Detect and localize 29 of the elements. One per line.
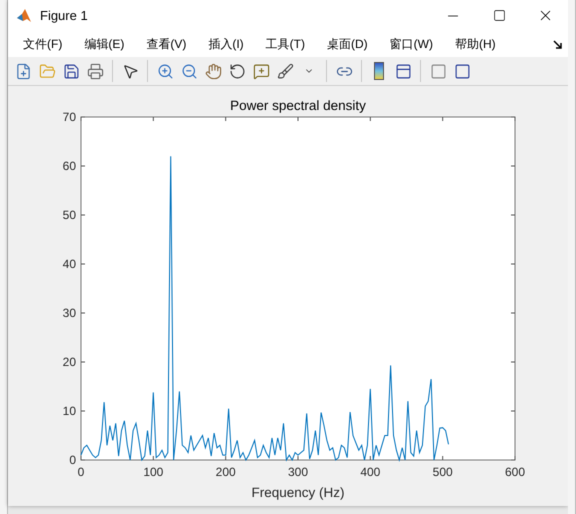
tick-label: 50 [62, 208, 76, 222]
menu-item[interactable]: 帮助(H) [448, 33, 503, 55]
menu-item[interactable]: 工具(T) [258, 33, 312, 55]
menu-item[interactable]: 插入(I) [201, 33, 251, 55]
tick-label: 100 [143, 465, 164, 479]
menu-item[interactable]: 查看(V) [139, 33, 194, 55]
menu-item[interactable]: 文件(F) [16, 33, 70, 55]
maximize-icon[interactable] [492, 9, 506, 22]
app-logo-icon [16, 8, 32, 24]
tick-label: 70 [62, 110, 76, 124]
tick-label: 30 [62, 306, 76, 320]
menu-item[interactable]: 窗口(W) [382, 33, 440, 55]
menu-item[interactable]: 桌面(D) [320, 33, 375, 55]
axis-label: Frequency (Hz) [251, 485, 345, 500]
tick-label: 0 [69, 453, 76, 467]
tick-label: 10 [62, 404, 76, 418]
tick-label: 600 [504, 465, 526, 479]
dock-icon[interactable] [553, 40, 562, 48]
tick-label: 20 [62, 355, 76, 369]
tick-label: 200 [216, 465, 236, 479]
tick-label: 300 [288, 465, 308, 479]
tick-label: 500 [432, 465, 453, 479]
menu-item[interactable]: 编辑(E) [77, 33, 132, 55]
tick-label: 60 [62, 159, 76, 173]
window-title: Figure 1 [40, 8, 89, 23]
tick-label: 400 [360, 465, 380, 479]
tick-label: 0 [78, 465, 84, 479]
chart-title: Power spectral density [230, 98, 366, 113]
tick-label: 40 [62, 257, 76, 271]
